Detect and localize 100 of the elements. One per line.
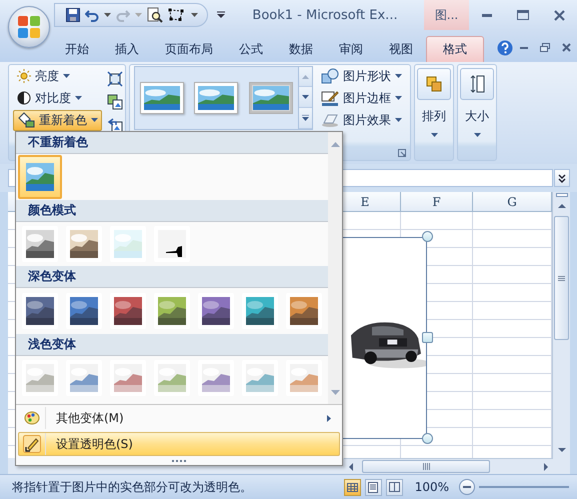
recolor-option[interactable]	[154, 293, 190, 329]
preview-thumbnail	[70, 230, 98, 258]
caret-icon	[135, 13, 142, 17]
arrange-button[interactable]: 排列	[415, 64, 453, 160]
recolor-option[interactable]	[18, 155, 62, 199]
recolor-option[interactable]	[66, 226, 102, 262]
picture-tool-button[interactable]: 图片效果	[317, 110, 406, 131]
ribbon-tab[interactable]: 审阅	[326, 36, 376, 62]
ribbon-tab[interactable]: 视图	[376, 36, 426, 62]
paint-bucket-icon	[17, 112, 35, 128]
ribbon-tab[interactable]: 开始	[52, 36, 102, 62]
recolor-option[interactable]	[242, 360, 278, 396]
recolor-option[interactable]	[22, 226, 58, 262]
adjust-button[interactable]: 亮度	[13, 66, 102, 87]
layers-icon	[426, 76, 442, 92]
down-arrow-icon	[302, 95, 309, 100]
help-button[interactable]	[496, 38, 514, 58]
up-arrow-icon	[302, 74, 309, 79]
recolor-option[interactable]	[198, 293, 234, 329]
page-layout-view-button[interactable]	[364, 478, 382, 496]
resize-handle[interactable]	[422, 332, 433, 344]
page-icon	[368, 482, 378, 493]
customize-caret-icon	[217, 11, 225, 19]
zoom-level: 100%	[414, 480, 449, 494]
change-picture-button[interactable]	[106, 92, 124, 112]
dialog-launcher-button[interactable]	[397, 148, 407, 158]
print-preview-button[interactable]	[146, 5, 164, 25]
menu-item[interactable]: 设置透明色(S)	[18, 432, 340, 456]
caret-icon	[191, 13, 198, 17]
page-break-icon	[388, 482, 400, 492]
recolor-option[interactable]	[154, 360, 190, 396]
sun-icon	[17, 69, 31, 84]
palette-icon	[24, 410, 40, 426]
ribbon-tab[interactable]: 页面布局	[152, 36, 226, 62]
horizontal-scroll-thumb[interactable]	[362, 460, 490, 474]
ribbon-tab[interactable]: 插入	[102, 36, 152, 62]
ribbon-tab[interactable]: 公式	[226, 36, 276, 62]
recolor-option[interactable]	[66, 360, 102, 396]
split-box[interactable]	[553, 192, 570, 198]
recolor-option[interactable]	[110, 293, 146, 329]
down-arrow-icon	[330, 390, 340, 394]
vertical-scroll-thumb[interactable]	[554, 216, 569, 340]
picture-tool-button[interactable]: 图片边框	[317, 88, 406, 109]
status-message: 将指针置于图片中的实色部分可改为透明色。	[12, 478, 253, 496]
up-arrow-icon	[558, 204, 566, 208]
recolor-option[interactable]	[110, 360, 146, 396]
ribbon-tab[interactable]: 格式	[426, 36, 484, 62]
column-header: F	[401, 192, 473, 212]
preview-thumbnail	[26, 297, 54, 325]
menu-item[interactable]: 其他变体(M)	[18, 406, 340, 430]
launcher-icon	[398, 149, 406, 158]
restore-icon	[540, 43, 550, 52]
recolor-option[interactable]	[242, 293, 278, 329]
page-break-view-button[interactable]	[386, 478, 403, 496]
preview-thumbnail	[246, 364, 274, 392]
preview-thumbnail	[158, 297, 186, 325]
effects-icon	[321, 112, 339, 128]
ribbon-tab[interactable]: 数据	[276, 36, 326, 62]
help-icon	[497, 40, 513, 56]
recolor-option[interactable]	[198, 360, 234, 396]
gallery-more-button[interactable]	[299, 108, 312, 129]
recolor-option[interactable]	[286, 293, 322, 329]
caret-icon	[63, 74, 70, 78]
adjust-button[interactable]: 重新着色	[13, 110, 102, 131]
preview-thumbnail	[246, 297, 274, 325]
preview-thumbnail	[70, 297, 98, 325]
picture-style-option[interactable]	[194, 82, 238, 114]
preview-thumbnail	[114, 364, 142, 392]
shapes-icon	[321, 68, 339, 84]
picture-tool-button[interactable]: 图片形状	[317, 66, 406, 87]
expand-formula-bar-button[interactable]	[554, 169, 570, 188]
normal-view-button[interactable]	[344, 478, 361, 496]
preview-thumbnail	[198, 86, 234, 110]
recolor-option[interactable]	[286, 360, 322, 396]
column-header: G	[473, 192, 552, 212]
gallery-down-button[interactable]	[299, 87, 312, 108]
grip-lines-icon	[422, 463, 430, 470]
caret-icon	[395, 74, 402, 78]
pencil-icon	[23, 435, 41, 453]
save-button[interactable]	[65, 5, 81, 25]
zoom-out-button[interactable]	[459, 479, 475, 496]
right-arrow-icon	[544, 462, 548, 471]
adjust-button[interactable]: 对比度	[13, 88, 102, 109]
caret-icon	[104, 13, 111, 17]
contrast-icon	[17, 91, 31, 106]
recolor-option[interactable]	[110, 226, 146, 262]
compress-pictures-button[interactable]	[106, 68, 124, 89]
recolor-option[interactable]	[22, 293, 58, 329]
magnifier-page-icon	[147, 7, 163, 23]
maximize-icon	[517, 10, 529, 20]
size-button[interactable]: 大小	[458, 64, 496, 160]
minimize-icon	[482, 14, 492, 16]
recolor-option[interactable]	[22, 360, 58, 396]
recolor-option[interactable]	[154, 226, 190, 262]
grip-lines-icon	[558, 276, 565, 281]
grid-icon	[346, 482, 358, 492]
recolor-option[interactable]	[66, 293, 102, 329]
preview-thumbnail	[290, 364, 318, 392]
left-arrow-icon	[349, 462, 353, 471]
picture-style-option[interactable]	[140, 82, 184, 114]
